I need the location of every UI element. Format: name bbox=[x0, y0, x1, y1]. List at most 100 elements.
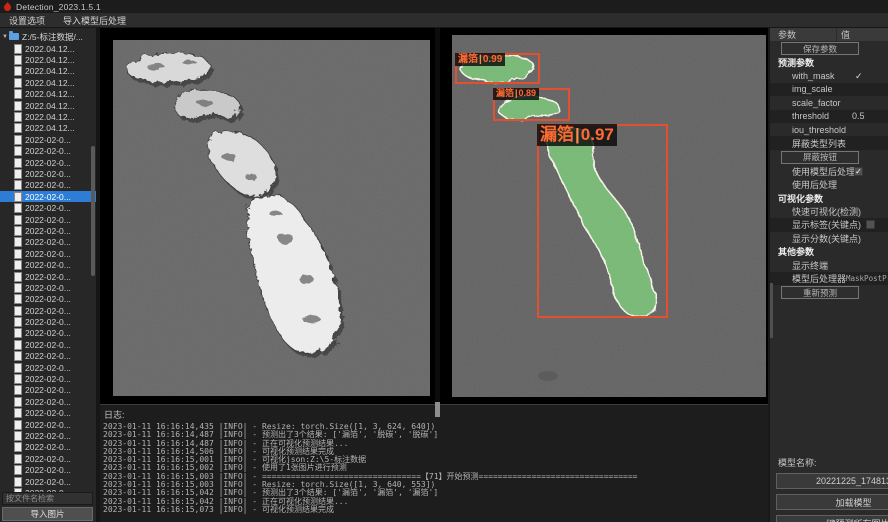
tree-item[interactable]: 2022-02-0... bbox=[0, 430, 96, 441]
tree-item-label: 2022-02-0... bbox=[25, 226, 71, 236]
tree-item[interactable]: 2022-02-0... bbox=[0, 146, 96, 157]
tree-item[interactable]: 2022-02-0... bbox=[0, 362, 96, 373]
tree-item[interactable]: 2022-02-0... bbox=[0, 476, 96, 487]
tree-item[interactable]: 2022-02-0... bbox=[0, 237, 96, 248]
tree-item[interactable]: 2022-02-0... bbox=[0, 294, 96, 305]
param-button[interactable]: 屏蔽按钮 bbox=[781, 151, 859, 164]
tree-item[interactable]: 2022.04.12... bbox=[0, 66, 96, 77]
tree-item-label: 2022-02-0... bbox=[25, 477, 71, 487]
detection-class: 漏箔 bbox=[540, 125, 574, 144]
tree-item[interactable]: 2022-02-0... bbox=[0, 134, 96, 145]
tree-item[interactable]: 2022-02-0... bbox=[0, 442, 96, 453]
param-row[interactable]: 使用模型后处理✓ bbox=[770, 165, 888, 178]
prediction-image-panel: 漏箔|0.99漏箔|0.89漏箔|0.97 bbox=[440, 28, 768, 404]
tree-item[interactable]: 2022-02-0... bbox=[0, 180, 96, 191]
tree-item[interactable]: 2022-02-0... bbox=[0, 248, 96, 259]
tree-item[interactable]: 2022-02-0... bbox=[0, 282, 96, 293]
param-row[interactable]: with_mask✓ bbox=[770, 69, 888, 82]
checkbox-unchecked[interactable] bbox=[866, 220, 875, 229]
param-label: scale_factor bbox=[792, 98, 841, 108]
file-icon bbox=[14, 306, 22, 316]
tree-item[interactable]: 2022-02-0... bbox=[0, 453, 96, 464]
load-model-button[interactable]: 加载模型 bbox=[776, 494, 888, 510]
tree-item-label: 2022.04.12... bbox=[25, 123, 75, 133]
import-image-button[interactable]: 导入图片 bbox=[2, 507, 93, 521]
detection-layer: 漏箔|0.99漏箔|0.89漏箔|0.97 bbox=[440, 28, 768, 404]
param-label: 屏蔽类型列表 bbox=[792, 137, 846, 150]
param-button[interactable]: 重新预测 bbox=[781, 286, 859, 299]
tree-item[interactable]: 2022.04.12... bbox=[0, 89, 96, 100]
tree-item[interactable]: 2022-02-0... bbox=[0, 168, 96, 179]
tree-item[interactable]: 2022-02-0... bbox=[0, 214, 96, 225]
tree-item[interactable]: 2022-02-0... bbox=[0, 157, 96, 168]
tree-item[interactable]: 2022.04.12... bbox=[0, 123, 96, 134]
model-name-button[interactable]: 20221225_174813 bbox=[776, 473, 888, 489]
file-icon bbox=[14, 89, 22, 99]
tree-item[interactable]: 2022-02-0... bbox=[0, 316, 96, 327]
check-mark-icon: ✓ bbox=[855, 71, 863, 82]
tree-item[interactable]: 2022-02-0... bbox=[0, 419, 96, 430]
param-row[interactable]: 显示分数(关键点) bbox=[770, 232, 888, 245]
tree-item-label: 2022-02-0... bbox=[25, 260, 71, 270]
tree-item-label: 2022-02-0... bbox=[25, 363, 71, 373]
app-window: Detection_2023.1.5.1 设置选项导入模型后处理 ▼ Z:/5-… bbox=[0, 0, 888, 522]
param-row[interactable]: 使用后处理 bbox=[770, 178, 888, 191]
file-icon bbox=[14, 169, 22, 179]
param-row[interactable]: 模型后处理器MaskPostPro bbox=[770, 272, 888, 285]
tree-item[interactable]: 2022-02-0... bbox=[0, 396, 96, 407]
splitter-handle[interactable] bbox=[435, 402, 440, 417]
file-icon bbox=[14, 55, 22, 65]
sidebar: ▼ Z:/5-标注数据/... 2022.04.12...2022.04.12.… bbox=[0, 28, 100, 522]
param-row[interactable]: scale_factor bbox=[770, 96, 888, 109]
menu-item-1[interactable]: 导入模型后处理 bbox=[54, 14, 135, 27]
main-area: ▼ Z:/5-标注数据/... 2022.04.12...2022.04.12.… bbox=[0, 28, 888, 522]
param-row[interactable]: 快速可视化(检测) bbox=[770, 205, 888, 218]
menu-item-0[interactable]: 设置选项 bbox=[0, 14, 54, 27]
tree-item[interactable]: 2022-02-0... bbox=[0, 351, 96, 362]
tree-item[interactable]: 2022.04.12... bbox=[0, 43, 96, 54]
tree-item[interactable]: 2022-02-0... bbox=[0, 464, 96, 475]
original-image-panel bbox=[100, 28, 435, 404]
param-row[interactable]: img_scale bbox=[770, 83, 888, 96]
tree-item[interactable]: 2022-02-0... bbox=[0, 191, 96, 202]
tree-item[interactable]: 2022-02-0... bbox=[0, 328, 96, 339]
tree-item[interactable]: 2022.04.12... bbox=[0, 54, 96, 65]
checkbox-checked[interactable]: ✓ bbox=[854, 167, 863, 176]
detection-score: 0.97 bbox=[581, 125, 614, 144]
param-label: 显示分数(关键点) bbox=[792, 232, 861, 245]
tree-item-label: 2022-02-0... bbox=[25, 340, 71, 350]
tree-item[interactable]: 2022-02-0... bbox=[0, 271, 96, 282]
tree-scrollbar[interactable] bbox=[91, 146, 95, 276]
tree-item-label: 2022-02-0... bbox=[25, 306, 71, 316]
predict-all-button[interactable]: 一键预测所有图片 bbox=[776, 515, 888, 522]
tree-item[interactable]: 2022.04.12... bbox=[0, 77, 96, 88]
tree-item[interactable]: 2022-02-0... bbox=[0, 339, 96, 350]
param-row[interactable]: iou_threshold bbox=[770, 123, 888, 136]
tree-item[interactable]: 2022-02-0... bbox=[0, 305, 96, 316]
tree-item-label: 2022.04.12... bbox=[25, 44, 75, 54]
param-row[interactable]: 显示标签(关键点) bbox=[770, 218, 888, 231]
param-section: 预测参数 bbox=[770, 56, 888, 69]
file-icon bbox=[14, 78, 22, 88]
tree-item[interactable]: 2022-02-0... bbox=[0, 373, 96, 384]
tree-item[interactable]: 2022-02-0... bbox=[0, 385, 96, 396]
param-row[interactable]: 屏蔽类型列表 bbox=[770, 136, 888, 149]
file-icon bbox=[14, 374, 22, 384]
tree-item[interactable]: 2022.04.12... bbox=[0, 111, 96, 122]
detection-box: 漏箔|0.89 bbox=[493, 88, 570, 121]
tree-item[interactable]: 2022.04.12... bbox=[0, 100, 96, 111]
file-icon bbox=[14, 328, 22, 338]
tree-root[interactable]: ▼ Z:/5-标注数据/... bbox=[0, 30, 96, 43]
tree-item[interactable]: 2022-02-0... bbox=[0, 202, 96, 213]
param-row[interactable]: 显示终端 bbox=[770, 258, 888, 271]
tree-item[interactable]: 2022-02-0... bbox=[0, 225, 96, 236]
param-button[interactable]: 保存参数 bbox=[781, 42, 859, 55]
chevron-down-icon[interactable]: ▼ bbox=[0, 34, 9, 40]
file-icon bbox=[14, 420, 22, 430]
tree-item-label: 2022-02-0... bbox=[25, 203, 71, 213]
param-row[interactable]: threshold0.5 bbox=[770, 110, 888, 123]
tree-item[interactable]: 2022-02-0... bbox=[0, 408, 96, 419]
tree-item[interactable]: 2022-02-0... bbox=[0, 259, 96, 270]
search-input[interactable] bbox=[2, 492, 93, 505]
panel-scrollbar[interactable] bbox=[770, 283, 773, 338]
